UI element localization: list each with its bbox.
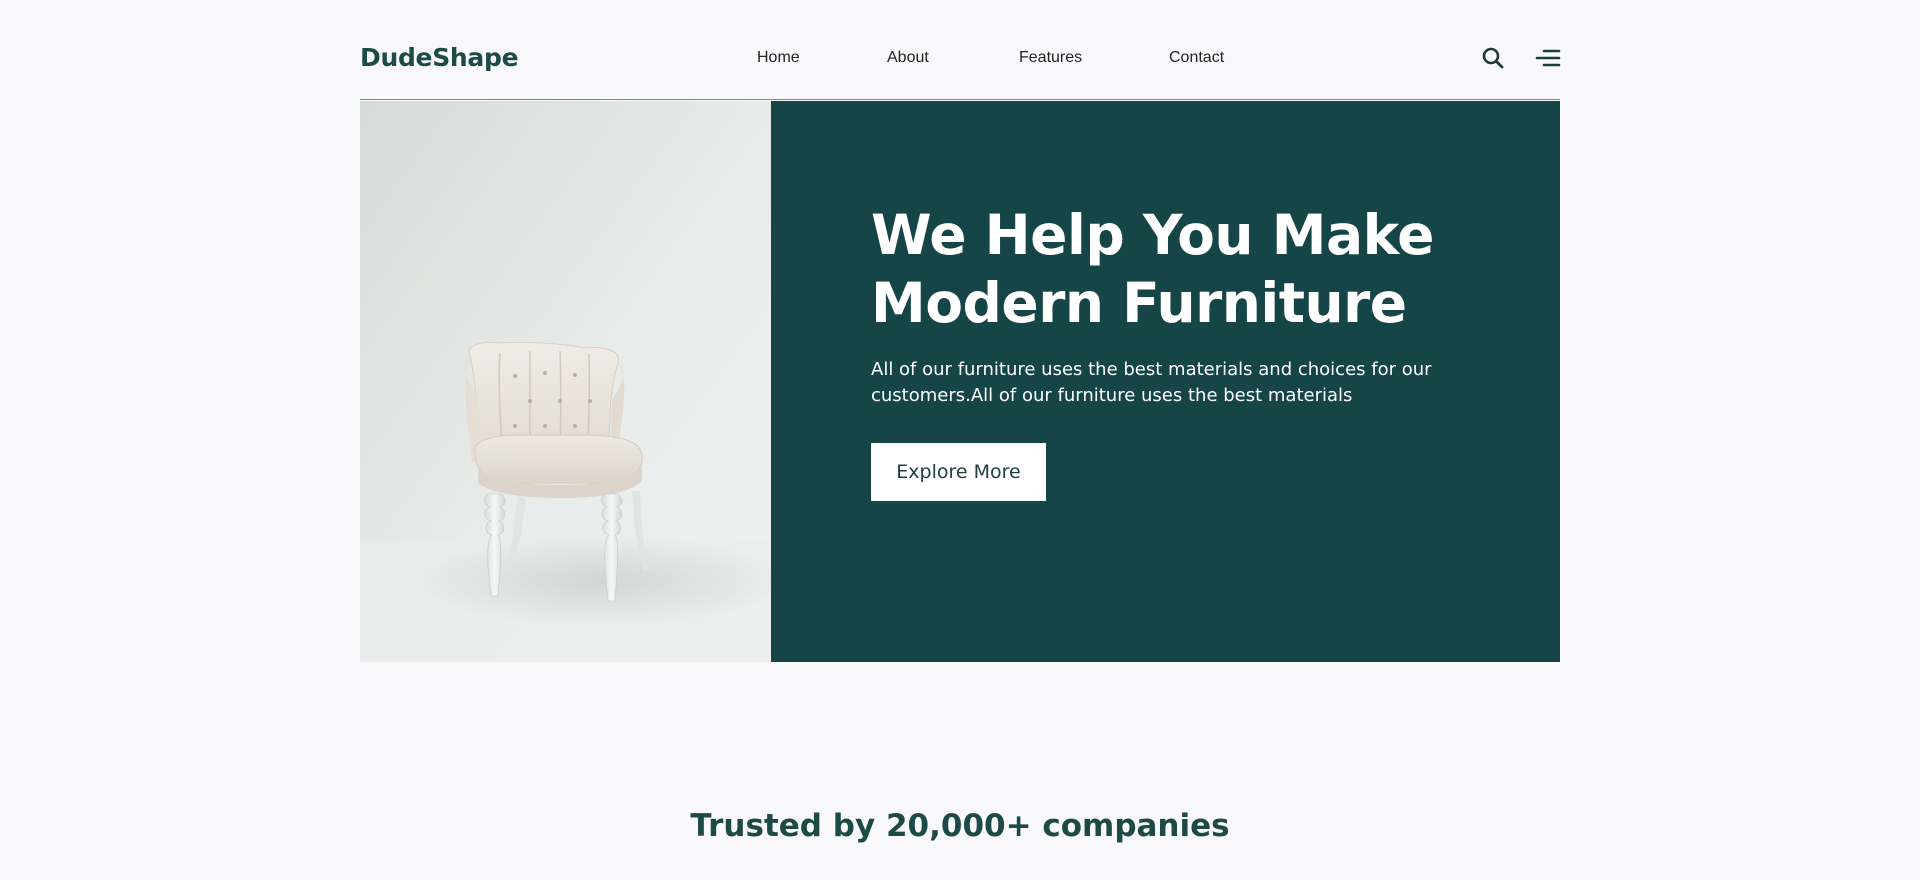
- hero-panel: We Help You Make Modern Furniture All of…: [771, 101, 1560, 662]
- trusted-heading: Trusted by 20,000+ companies: [690, 808, 1230, 844]
- site-header: DudeShape Home About Features Contact: [360, 0, 1561, 100]
- hero-image: [360, 101, 771, 662]
- nav-features[interactable]: Features: [1019, 47, 1082, 69]
- logo[interactable]: DudeShape: [360, 40, 519, 76]
- search-button[interactable]: [1481, 46, 1505, 70]
- nav-home[interactable]: Home: [757, 47, 800, 69]
- page: DudeShape Home About Features Contact We…: [0, 0, 1920, 880]
- nav-contact[interactable]: Contact: [1169, 47, 1224, 69]
- hero-title: We Help You Make Modern Furniture: [871, 203, 1434, 335]
- explore-more-button[interactable]: Explore More: [871, 443, 1046, 501]
- armchair-image: [360, 101, 771, 662]
- hero-section: We Help You Make Modern Furniture All of…: [360, 101, 1560, 662]
- search-icon: [1482, 47, 1504, 69]
- hero-description: All of our furniture uses the best mater…: [871, 359, 1432, 406]
- menu-icon: [1535, 49, 1561, 67]
- nav-about[interactable]: About: [887, 47, 929, 69]
- menu-button[interactable]: [1535, 48, 1561, 70]
